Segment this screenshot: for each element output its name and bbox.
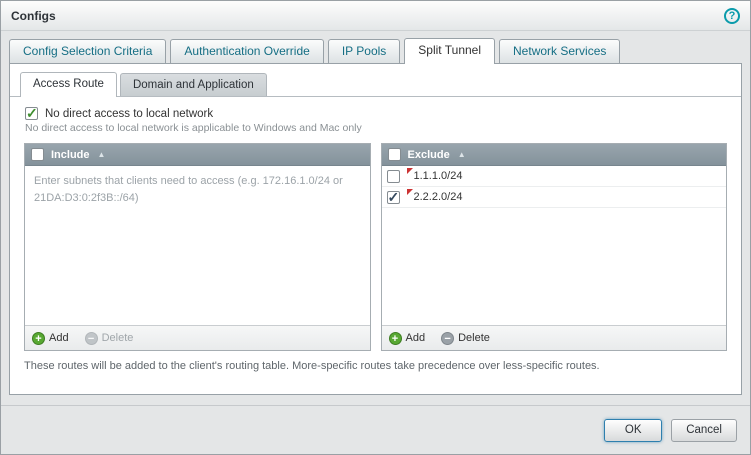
include-delete-button[interactable]: − Delete [85,332,134,345]
configs-dialog: Configs ? Config Selection Criteria Auth… [0,0,751,455]
sort-asc-icon: ▲ [98,150,106,159]
exclude-select-all-checkbox[interactable] [388,148,401,161]
exclude-grid: Exclude ▲ 1.1.1.0/24 2.2.2.0/24 + [381,143,728,351]
cancel-button[interactable]: Cancel [671,419,737,442]
include-select-all-checkbox[interactable] [31,148,44,161]
exclude-row-1[interactable]: 1.1.1.0/24 [382,166,727,187]
dialog-title: Configs [11,9,724,23]
exclude-add-button[interactable]: + Add [389,332,426,345]
plus-icon: + [389,332,402,345]
minus-icon: − [441,332,454,345]
dialog-footer: OK Cancel [1,405,750,454]
no-direct-access-label: No direct access to local network [45,108,213,120]
exclude-column-header: Exclude [408,149,450,161]
tab-ip-pools[interactable]: IP Pools [328,39,400,63]
exclude-row-1-checkbox[interactable] [387,170,400,183]
include-add-label: Add [49,332,69,344]
subtab-domain-and-application[interactable]: Domain and Application [120,73,267,96]
exclude-row-2-checkbox[interactable] [387,191,400,204]
exclude-delete-label: Delete [458,332,490,344]
exclude-delete-button[interactable]: − Delete [441,332,490,345]
include-delete-label: Delete [102,332,134,344]
exclude-grid-body: 1.1.1.0/24 2.2.2.0/24 [382,166,727,325]
include-column-header: Include [51,149,90,161]
minus-icon: − [85,332,98,345]
exclude-row-2[interactable]: 2.2.2.0/24 [382,187,727,208]
no-direct-access-option: No direct access to local network [25,107,741,120]
exclude-grid-header[interactable]: Exclude ▲ [382,144,727,166]
exclude-add-label: Add [406,332,426,344]
include-grid-header[interactable]: Include ▲ [25,144,370,166]
route-grids: Include ▲ Enter subnets that clients nee… [24,143,727,351]
tab-split-tunnel[interactable]: Split Tunnel [404,38,495,64]
exclude-row-1-value: 1.1.1.0/24 [407,170,463,182]
help-icon[interactable]: ? [724,8,740,24]
routing-table-note: These routes will be added to the client… [24,360,727,372]
include-grid-toolbar: + Add − Delete [25,325,370,350]
main-tabstrip: Config Selection Criteria Authentication… [9,38,742,64]
include-grid: Include ▲ Enter subnets that clients nee… [24,143,371,351]
exclude-grid-toolbar: + Add − Delete [382,325,727,350]
tab-network-services[interactable]: Network Services [499,39,620,63]
ok-button[interactable]: OK [604,419,662,442]
include-placeholder-text: Enter subnets that clients need to acces… [25,166,370,214]
split-tunnel-panel: Access Route Domain and Application No d… [9,64,742,395]
no-direct-access-note: No direct access to local network is app… [25,122,741,134]
tab-authentication-override[interactable]: Authentication Override [170,39,323,63]
exclude-row-2-value: 2.2.2.0/24 [407,191,463,203]
subtab-access-route[interactable]: Access Route [20,72,117,97]
title-bar: Configs ? [1,1,750,31]
include-add-button[interactable]: + Add [32,332,69,345]
sub-tabstrip: Access Route Domain and Application [10,64,741,97]
sort-asc-icon: ▲ [458,150,466,159]
include-grid-body[interactable]: Enter subnets that clients need to acces… [25,166,370,325]
tab-config-selection-criteria[interactable]: Config Selection Criteria [9,39,166,63]
no-direct-access-checkbox[interactable] [25,107,38,120]
plus-icon: + [32,332,45,345]
